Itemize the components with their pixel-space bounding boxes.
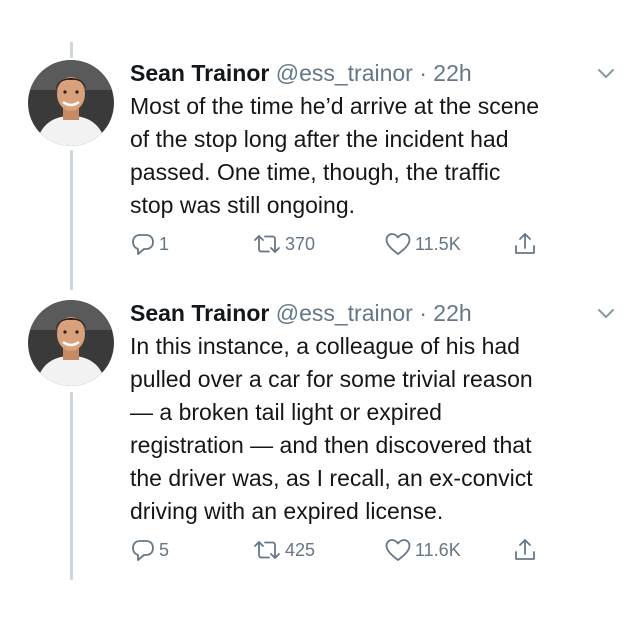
- chevron-down-icon[interactable]: [596, 66, 616, 80]
- separator-dot: ·: [419, 300, 427, 326]
- retweet-count: 370: [285, 233, 316, 254]
- share-button[interactable]: [512, 230, 538, 258]
- reply-button[interactable]: 5: [130, 536, 169, 564]
- author-handle[interactable]: @ess_trainor: [276, 300, 413, 326]
- reply-count: 1: [159, 233, 170, 254]
- timestamp[interactable]: 22h: [433, 60, 471, 86]
- reply-count: 5: [159, 539, 170, 560]
- timestamp[interactable]: 22h: [433, 300, 471, 326]
- reply-icon: [130, 537, 156, 563]
- tweet-text: In this instance, a colleague of his had…: [130, 330, 610, 528]
- tweet-header: Sean Trainor @ess_trainor · 22h: [130, 58, 472, 88]
- separator-dot: ·: [419, 60, 427, 86]
- reply-icon: [130, 231, 156, 257]
- tweet-text-line: registration — and then discovered that: [130, 432, 532, 458]
- tweet-text: Most of the time he’d arrive at the scen…: [130, 90, 610, 222]
- share-icon: [512, 231, 538, 257]
- avatar[interactable]: [28, 60, 114, 146]
- tweet-text-line: In this instance, a colleague of his had: [130, 333, 520, 359]
- tweet-text-line: pulled over a car for some trivial reaso…: [130, 366, 533, 392]
- retweet-icon: [252, 537, 282, 563]
- reply-button[interactable]: 1: [130, 230, 169, 258]
- share-icon: [512, 537, 538, 563]
- like-button[interactable]: 11.5K: [384, 230, 461, 258]
- tweet[interactable]: Sean Trainor @ess_trainor · 22h In this …: [0, 298, 640, 588]
- tweet-text-line: driving with an expired license.: [130, 498, 444, 524]
- like-count: 11.5K: [415, 233, 461, 254]
- retweet-count: 425: [285, 539, 316, 560]
- retweet-button[interactable]: 425: [252, 536, 315, 564]
- share-button[interactable]: [512, 536, 538, 564]
- retweet-button[interactable]: 370: [252, 230, 315, 258]
- tweet-text-line: passed. One time, though, the traffic: [130, 159, 501, 185]
- tweet-text-line: of the stop long after the incident had: [130, 126, 509, 152]
- tweet-header: Sean Trainor @ess_trainor · 22h: [130, 298, 472, 328]
- like-button[interactable]: 11.6K: [384, 536, 461, 564]
- tweet-actions: 1 370 11.5K: [130, 230, 610, 258]
- tweet-text-line: Most of the time he’d arrive at the scen…: [130, 93, 540, 119]
- tweet[interactable]: Sean Trainor @ess_trainor · 22h Most of …: [0, 58, 640, 278]
- heart-icon: [384, 231, 412, 257]
- author-name[interactable]: Sean Trainor: [130, 300, 269, 326]
- author-handle[interactable]: @ess_trainor: [276, 60, 413, 86]
- chevron-down-icon[interactable]: [596, 306, 616, 320]
- tweet-text-line: stop was still ongoing.: [130, 192, 356, 218]
- tweet-text-line: the driver was, as I recall, an ex-convi…: [130, 465, 533, 491]
- like-count: 11.6K: [415, 539, 461, 560]
- thread-line-top: [70, 42, 73, 58]
- retweet-icon: [252, 231, 282, 257]
- tweet-actions: 5 425 11.6K: [130, 536, 610, 564]
- heart-icon: [384, 537, 412, 563]
- tweet-text-line: — a broken tail light or expired: [130, 399, 442, 425]
- author-name[interactable]: Sean Trainor: [130, 60, 269, 86]
- avatar[interactable]: [28, 300, 114, 386]
